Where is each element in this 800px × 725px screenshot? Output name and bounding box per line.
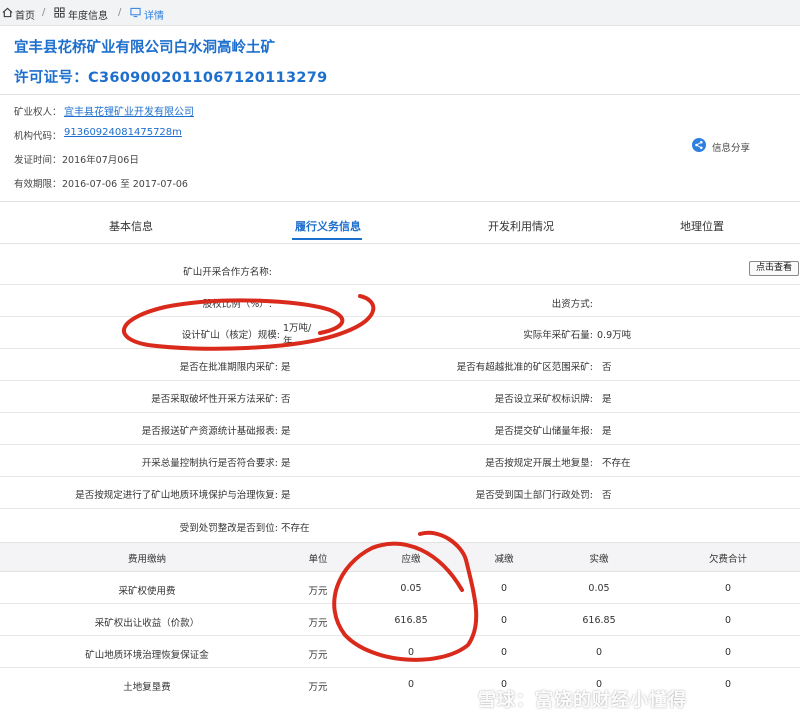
fee-arrears: 0 [724, 615, 732, 626]
yn-value: 否 [602, 490, 612, 501]
fee-item: 采矿权出让收益（价款） [94, 618, 200, 629]
owner-link[interactable]: 宜丰县花锂矿业开发有限公司 [64, 103, 194, 118]
actual-output-value: 0.9万吨 [597, 330, 632, 341]
tab-location[interactable]: 地理位置 [680, 218, 724, 234]
code-link[interactable]: 91360924081475728m [64, 127, 182, 138]
breadcrumb-separator: / [118, 7, 122, 18]
detail-row [0, 509, 800, 542]
share-icon [692, 138, 706, 155]
yn-value: 是 [602, 394, 612, 405]
detail-row [0, 445, 800, 477]
fee-due: 0.05 [400, 583, 422, 594]
fee-arrears: 0 [724, 679, 732, 690]
fee-due: 0 [407, 679, 415, 690]
fee-item: 土地复垦费 [123, 682, 171, 693]
yn-label: 是否采取破坏性开采方法采矿: [151, 394, 278, 405]
yn-value: 否 [281, 394, 291, 405]
owner-label: 矿业权人： [14, 107, 62, 118]
yn-label: 是否有超越批准的矿区范围采矿: [456, 362, 593, 373]
yn-value: 不存在 [281, 523, 310, 534]
fee-due: 616.85 [394, 615, 428, 626]
validity-value: 2016-07-06 至 2017-07-06 [62, 179, 188, 190]
fee-item: 采矿权使用费 [118, 586, 176, 597]
fee-paid: 0 [595, 647, 603, 658]
yn-label: 是否按规定开展土地复垦: [485, 458, 593, 469]
yn-value: 否 [602, 362, 612, 373]
yn-label: 受到处罚整改是否到位: [179, 523, 278, 534]
active-tab-indicator [292, 238, 362, 240]
detail-row [0, 285, 800, 317]
issue-date-value: 2016年07月06日 [62, 155, 139, 166]
yn-label: 是否设立采矿权标识牌: [494, 394, 593, 405]
yn-value: 是 [281, 426, 291, 437]
mine-title: 宜丰县花桥矿业有限公司白水洞高岭土矿 [14, 40, 275, 56]
breadcrumb-home[interactable]: 首页 [15, 7, 35, 22]
contract-label: 矿山开采合作方名称: [183, 267, 272, 278]
design-scale-value: 1万吨/ [283, 323, 312, 334]
breadcrumb-yearly[interactable]: 年度信息 [68, 7, 108, 22]
tab-obligations[interactable]: 履行义务信息 [295, 218, 361, 234]
license-number: 许可证号：C3609002011067120113279 [14, 70, 328, 86]
divider [0, 94, 800, 95]
validity-label: 有效期限： [14, 179, 62, 190]
fee-unit: 万元 [308, 650, 328, 661]
yn-label: 是否受到国土部门行政处罚: [475, 490, 593, 501]
view-contract-button[interactable]: 点击查看 [749, 261, 799, 276]
share-button[interactable]: 信息分享 [692, 138, 750, 155]
column-header: 应缴 [401, 554, 421, 565]
grid-icon [54, 7, 65, 18]
fee-item: 矿山地质环境治理恢复保证金 [85, 650, 209, 661]
actual-output-label: 实际年采矿石量: [523, 330, 593, 341]
share-label: 信息分享 [712, 142, 751, 154]
tab-basic-info[interactable]: 基本信息 [109, 218, 153, 234]
yn-value: 是 [281, 362, 291, 373]
detail-row [0, 317, 800, 349]
fee-arrears: 0 [724, 583, 732, 594]
fee-reduced: 0 [500, 583, 508, 594]
detail-row [0, 381, 800, 413]
column-header: 实缴 [589, 554, 609, 565]
equity-label: 股权比例（%）: [202, 299, 272, 310]
fee-unit: 万元 [308, 586, 328, 597]
breadcrumb: 首页 / 年度信息 / 详情 [0, 0, 800, 26]
watermark: 雪球：富饶的财经小懂得 [478, 690, 687, 711]
yn-value: 是 [281, 490, 291, 501]
fee-table-header [0, 542, 800, 572]
column-header: 减缴 [494, 554, 514, 565]
design-scale-label: 设计矿山（核定）规模: [181, 330, 280, 341]
yn-value: 不存在 [602, 458, 631, 469]
design-scale-unit: 年 [283, 336, 293, 347]
yn-value: 是 [602, 426, 612, 437]
fee-reduced: 0 [500, 647, 508, 658]
yn-label: 是否在批准期限内采矿: [179, 362, 278, 373]
fee-unit: 万元 [308, 618, 328, 629]
fee-arrears: 0 [724, 647, 732, 658]
yn-value: 是 [281, 458, 291, 469]
detail-row [0, 253, 800, 285]
issue-date-label: 发证时间： [14, 155, 62, 166]
detail-row [0, 349, 800, 381]
divider [0, 243, 800, 244]
home-icon[interactable] [2, 7, 13, 18]
column-header: 欠费合计 [708, 554, 748, 565]
code-label: 机构代码： [14, 131, 62, 142]
column-header: 费用缴纳 [127, 554, 167, 565]
yn-label: 是否报送矿产资源统计基础报表: [141, 426, 278, 437]
yn-label: 开采总量控制执行是否符合要求: [141, 458, 278, 469]
divider [0, 201, 800, 202]
tab-development[interactable]: 开发利用情况 [488, 218, 554, 234]
yn-label: 是否提交矿山储量年报: [494, 426, 593, 437]
investment-label: 出资方式: [551, 299, 593, 310]
breadcrumb-separator: / [42, 7, 46, 18]
yn-label: 是否按规定进行了矿山地质环境保护与治理恢复: [75, 490, 278, 501]
detail-row [0, 413, 800, 445]
monitor-icon [130, 7, 141, 18]
fee-unit: 万元 [308, 682, 328, 693]
breadcrumb-current: 详情 [144, 11, 164, 22]
fee-paid: 616.85 [582, 615, 616, 626]
fee-paid: 0.05 [588, 583, 610, 594]
column-header: 单位 [308, 554, 328, 565]
fee-due: 0 [407, 647, 415, 658]
fee-reduced: 0 [500, 615, 508, 626]
